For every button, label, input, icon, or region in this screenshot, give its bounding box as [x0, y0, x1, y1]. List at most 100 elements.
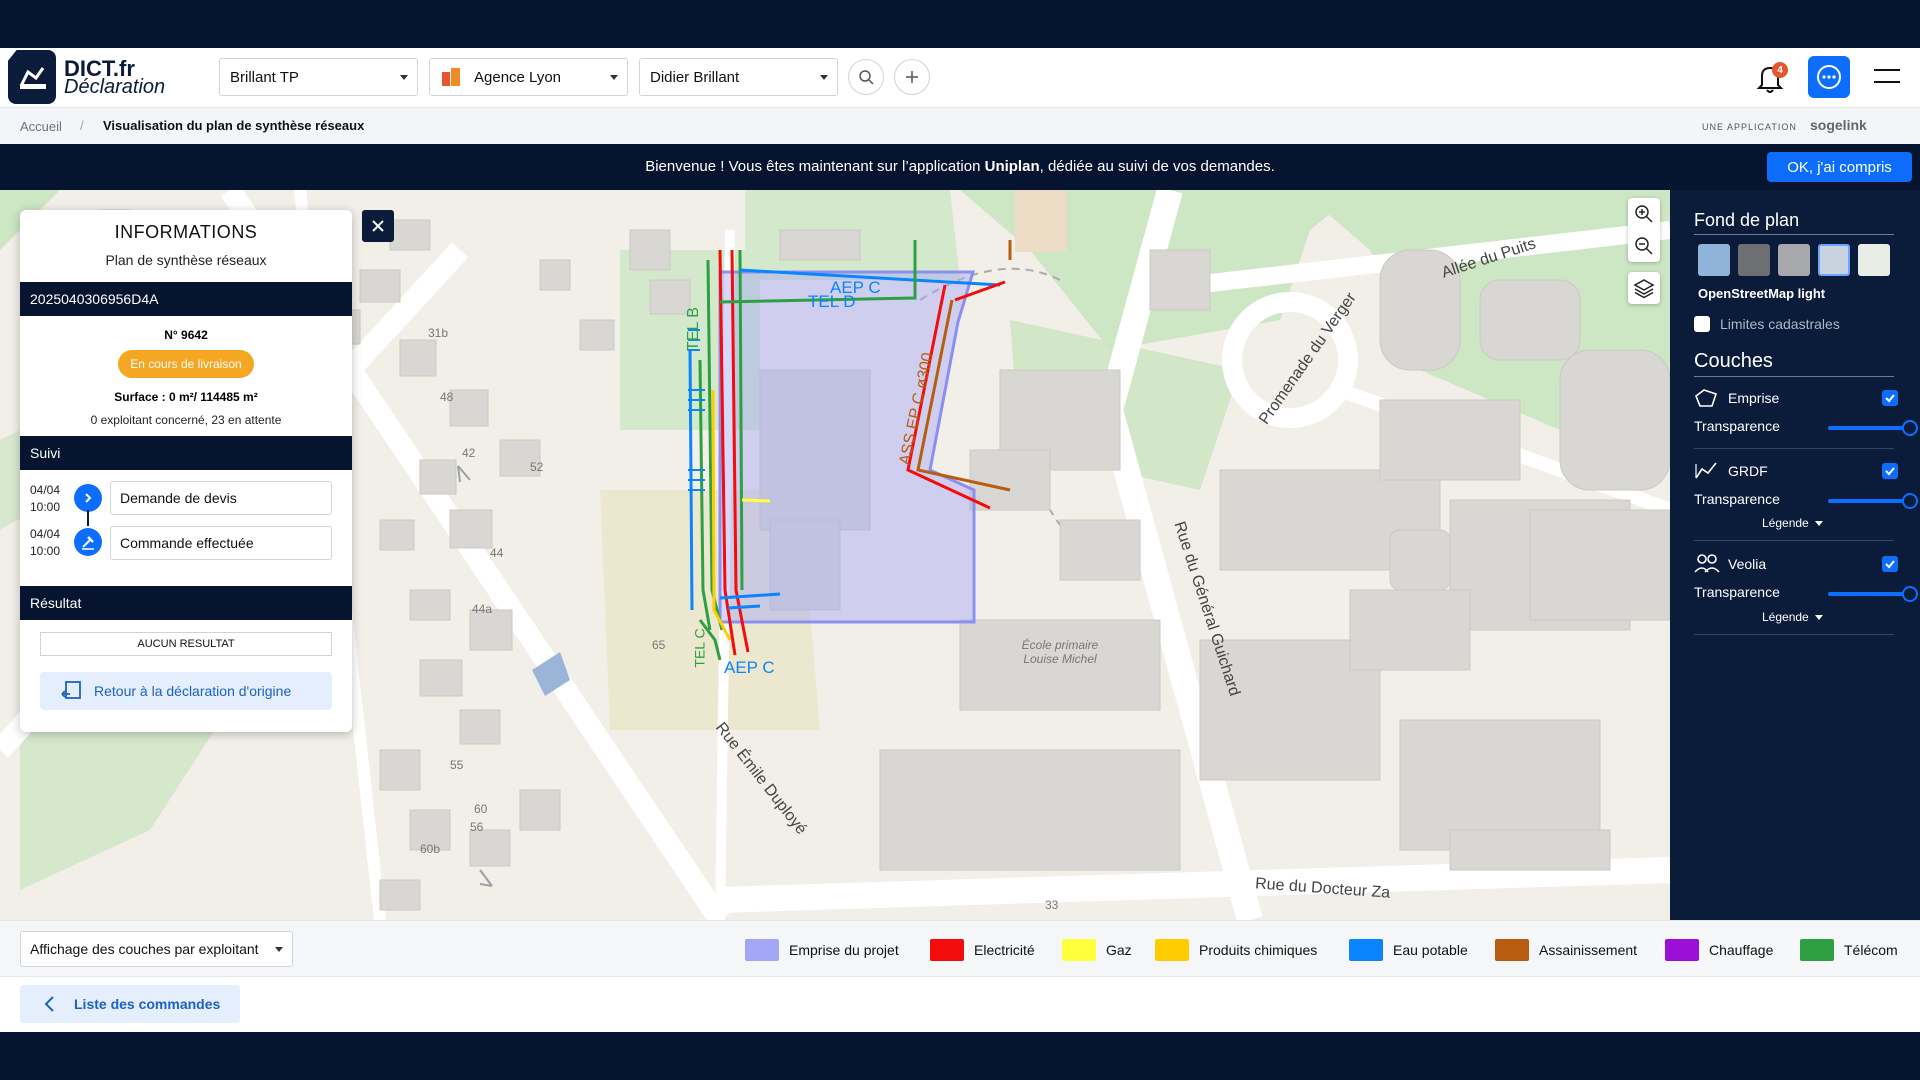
grdf-legend-toggle[interactable]: Légende: [1762, 516, 1823, 530]
notifications-button[interactable]: 4: [1750, 58, 1790, 98]
welcome-text-start: Bienvenue ! Vous êtes maintenant sur l’a…: [645, 158, 985, 175]
legend-label: Télécom: [1844, 942, 1898, 958]
veolia-transparency-slider[interactable]: [1828, 586, 1918, 602]
timeline-step-icon: [74, 528, 102, 556]
legend-swatch: [1155, 939, 1189, 961]
layer-grdf-checkbox[interactable]: [1882, 463, 1898, 479]
chat-bubble-icon: [1817, 65, 1841, 89]
notification-count-badge: 4: [1772, 62, 1788, 78]
legend-label: Emprise du projet: [789, 942, 899, 958]
agency-select[interactable]: Agence Lyon: [429, 58, 628, 96]
breadcrumb-separator: /: [80, 118, 84, 133]
grdf-transparency-slider[interactable]: [1828, 493, 1918, 509]
back-to-declaration-button[interactable]: Retour à la déclaration d'origine: [40, 672, 332, 710]
zoom-in-button[interactable]: [1634, 204, 1654, 229]
basemap-osm-light-thumbnail[interactable]: [1818, 244, 1850, 276]
check-icon: [1885, 560, 1895, 569]
banner-ok-button[interactable]: OK, j'ai compris: [1767, 152, 1912, 182]
information-panel: INFORMATIONS Plan de synthèse réseaux 20…: [20, 210, 352, 732]
layer-name: Veolia: [1728, 556, 1767, 572]
network-legend-bar: Affichage des couches par exploitant Emp…: [0, 920, 1920, 976]
chat-button[interactable]: [1808, 56, 1850, 98]
zoom-out-icon: [1635, 237, 1653, 255]
line-chart-icon: [1694, 460, 1718, 485]
layer-veolia-checkbox[interactable]: [1882, 556, 1898, 572]
divider: [1694, 634, 1894, 635]
orders-list-button[interactable]: Liste des commandes: [20, 985, 240, 1023]
building-icon: [440, 66, 462, 88]
building-number: 56: [470, 820, 484, 834]
chevron-right-icon: [85, 493, 92, 503]
transparency-label: Transparence: [1694, 584, 1780, 600]
legend-label: Assainissement: [1539, 942, 1638, 958]
basemap-title: Fond de plan: [1694, 210, 1800, 230]
timeline-step: Demande de devis: [110, 481, 332, 515]
footer-bar: Liste des commandes: [0, 976, 1920, 1032]
add-button[interactable]: [894, 59, 930, 95]
app-logo[interactable]: DICT.fr Déclaration: [8, 50, 188, 106]
result-value: AUCUN RESULTAT: [40, 632, 332, 656]
user-select-value: Didier Brillant: [650, 68, 740, 86]
legend-item: Assainissement: [1495, 939, 1637, 961]
legend-item: Chauffage: [1665, 939, 1773, 961]
welcome-app-name: Uniplan: [984, 158, 1040, 175]
users-group-icon: [1694, 552, 1720, 579]
building-number: 44a: [472, 602, 493, 616]
back-to-declaration-label: Retour à la déclaration d'origine: [94, 683, 292, 699]
breadcrumb-home-link[interactable]: Accueil: [20, 119, 62, 134]
check-icon: [1885, 394, 1895, 403]
layer-display-select[interactable]: Affichage des couches par exploitant: [20, 931, 293, 967]
basemap-osm-thumbnail[interactable]: [1858, 244, 1890, 276]
legend-item: Gaz: [1062, 939, 1132, 961]
order-number: N° 9642: [164, 328, 208, 342]
map-canvas[interactable]: Allée du Puits Promenade du Verger Rue d…: [0, 190, 1670, 920]
network-label: TEL C: [691, 628, 708, 668]
layers-sidebar: Fond de plan OpenStreetMap light Limites…: [1670, 190, 1920, 920]
hamburger-menu-button[interactable]: [1872, 62, 1902, 92]
slider-handle[interactable]: [1902, 493, 1918, 509]
cadastre-checkbox[interactable]: [1694, 316, 1710, 332]
transparency-label: Transparence: [1694, 491, 1780, 507]
breadcrumb-current: Visualisation du plan de synthèse réseau…: [103, 118, 365, 133]
breadcrumb: Accueil / Visualisation du plan de synth…: [0, 108, 1920, 144]
basemap-satellite-thumbnail[interactable]: [1698, 244, 1730, 276]
building-number: 44: [490, 546, 504, 560]
search-button[interactable]: [848, 59, 884, 95]
transparency-label: Transparence: [1694, 418, 1780, 434]
close-panel-button[interactable]: [362, 210, 394, 242]
company-select[interactable]: Brillant TP: [219, 58, 418, 96]
timeline-step-icon: [74, 484, 102, 512]
legend-toggle-label: Légende: [1762, 516, 1809, 530]
building-number: 31b: [428, 326, 449, 340]
basemap-selected-name: OpenStreetMap light: [1698, 286, 1826, 301]
zoom-out-button[interactable]: [1634, 236, 1654, 261]
slider-handle[interactable]: [1902, 420, 1918, 436]
veolia-legend-toggle[interactable]: Légende: [1762, 610, 1823, 624]
user-select[interactable]: Didier Brillant: [639, 58, 838, 96]
layer-emprise-checkbox[interactable]: [1882, 390, 1898, 406]
layer-name: GRDF: [1728, 463, 1768, 479]
network-label: TEL B: [684, 307, 702, 351]
layers-button[interactable]: [1628, 272, 1660, 304]
app-provider-label: UNE APPLICATION: [1702, 122, 1797, 132]
emprise-transparency-slider[interactable]: [1828, 420, 1918, 436]
timeline-day: 04/04: [30, 483, 61, 497]
legend-item: Electricité: [930, 939, 1035, 961]
logo-mark-icon: [8, 50, 56, 104]
basemap-plan-thumbnail[interactable]: [1778, 244, 1810, 276]
building-number: 60: [474, 802, 488, 816]
legend-label: Electricité: [974, 942, 1035, 958]
timeline-time: 10:00: [30, 544, 61, 558]
legend-swatch: [745, 939, 779, 961]
cadastre-label: Limites cadastrales: [1720, 316, 1840, 332]
legend-item: Emprise du projet: [745, 939, 899, 961]
legend-item: Eau potable: [1349, 939, 1468, 961]
check-icon: [1885, 467, 1895, 476]
slider-handle[interactable]: [1902, 586, 1918, 602]
legend-label: Chauffage: [1709, 942, 1774, 958]
basemap-aerial-thumbnail[interactable]: [1738, 244, 1770, 276]
legend-toggle-label: Légende: [1762, 610, 1809, 624]
layers-title: Couches: [1694, 350, 1773, 372]
network-label: AEP C: [724, 658, 775, 677]
timeline-date: 04/04 10:00: [30, 526, 60, 560]
